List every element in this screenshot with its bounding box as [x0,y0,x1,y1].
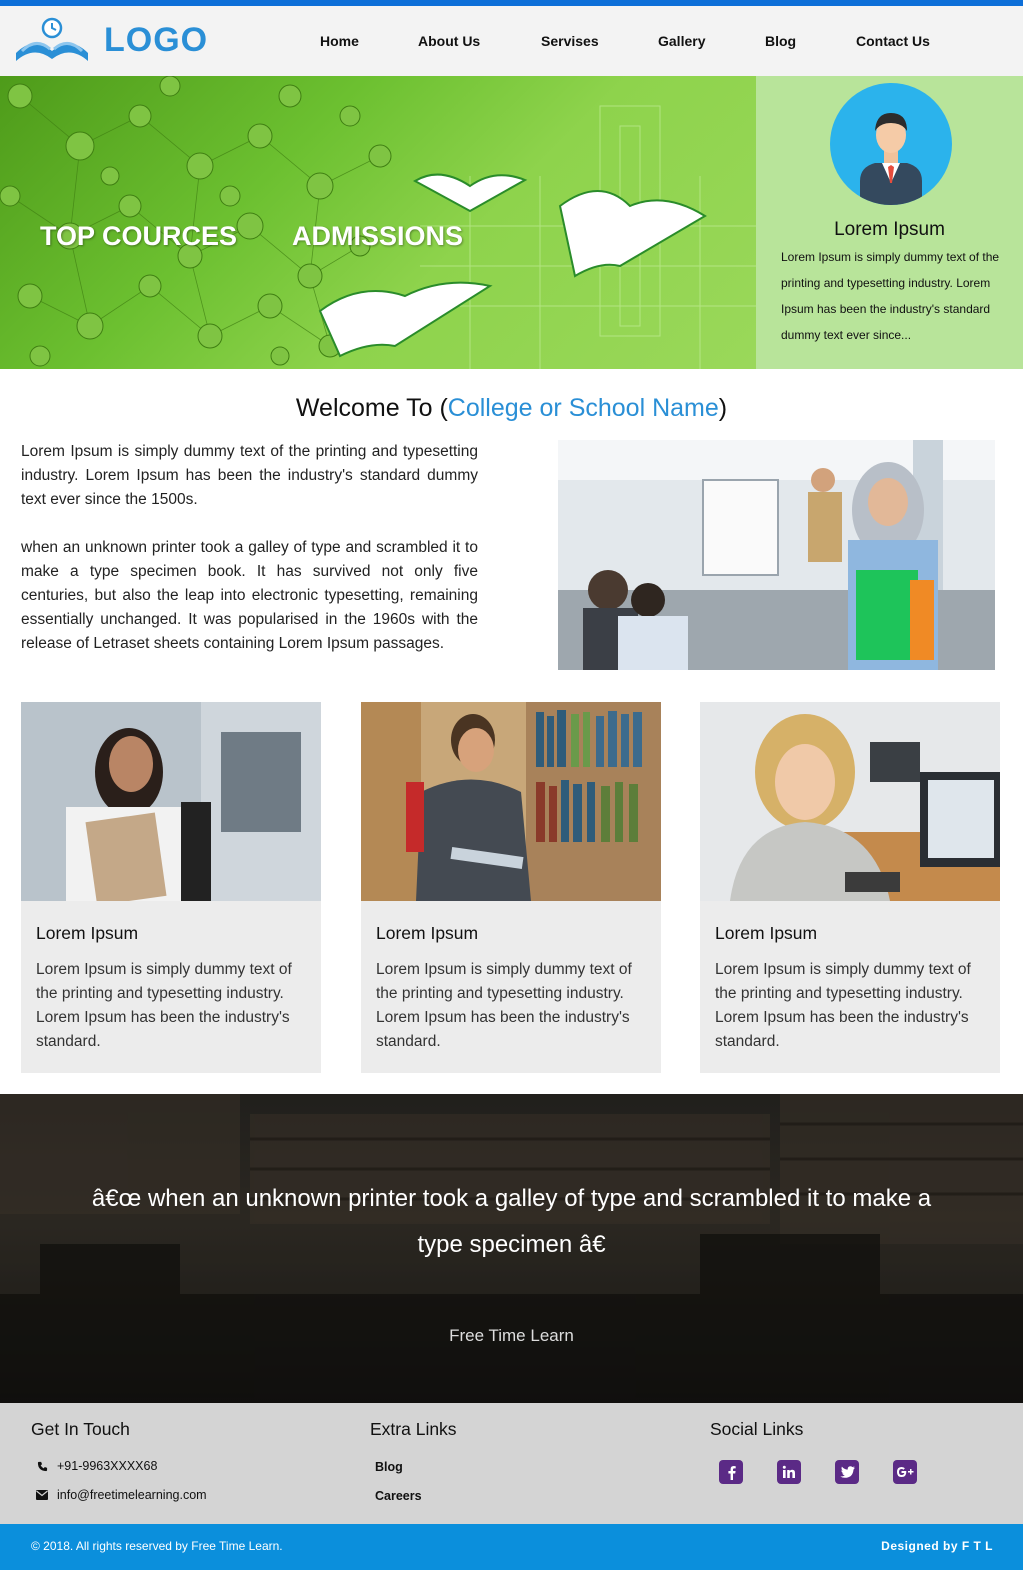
hero-graphic: TOP COURCES ADMISSIONS [0,76,756,369]
card-title: Lorem Ipsum [376,923,479,943]
person-icon [860,113,922,205]
copyright-bar: © 2018. All rights reserved by Free Time… [0,1524,1023,1570]
nav-about-us[interactable]: About Us [418,33,480,49]
card-title: Lorem Ipsum [715,923,818,943]
nav-gallery[interactable]: Gallery [658,33,705,49]
profile-description: Lorem Ipsum is simply dummy text of the … [781,250,1000,342]
footer-link-blog[interactable]: Blog [375,1460,403,1474]
welcome-paragraph-1: Lorem Ipsum is simply dummy text of the … [21,443,478,508]
quote-text: â€œ when an unknown printer took a galle… [91,1185,932,1258]
nav-contact-us[interactable]: Contact Us [856,33,930,49]
hero-profile-panel: Lorem Ipsum Lorem Ipsum is simply dummy … [756,76,1023,369]
footer-link-careers[interactable]: Careers [375,1489,422,1503]
phone-icon [35,1459,49,1473]
designed-by-text: Designed by F T L [881,1539,993,1553]
avatar [830,83,952,205]
card-text: Lorem Ipsum is simply dummy text of the … [715,961,971,1050]
book-logo-icon [12,15,98,65]
admissions-link[interactable]: ADMISSIONS [292,221,463,252]
profile-name: Lorem Ipsum [834,219,945,240]
links-heading: Extra Links [370,1419,457,1439]
email-address: info@freetimelearning.com [57,1488,207,1502]
card-title: Lorem Ipsum [36,923,139,943]
copyright-text: © 2018. All rights reserved by Free Time… [31,1539,283,1553]
envelope-icon [35,1488,49,1502]
student-at-computer-photo [700,702,1000,901]
info-card-2: Lorem Ipsum Lorem Ipsum is simply dummy … [361,702,661,1073]
welcome-title-suffix: ) [718,394,728,422]
hero-banner: TOP COURCES ADMISSIONS Lorem Ipsum Lorem… [0,76,1023,369]
info-card-1: Lorem Ipsum Lorem Ipsum is simply dummy … [21,702,321,1073]
social-heading: Social Links [710,1419,804,1439]
nav-home[interactable]: Home [320,33,359,49]
twitter-icon[interactable] [835,1460,859,1484]
classroom-photo [558,440,995,670]
card-text: Lorem Ipsum is simply dummy text of the … [376,961,632,1050]
quote-section: â€œ when an unknown printer took a galle… [0,1094,1023,1403]
info-card-3: Lorem Ipsum Lorem Ipsum is simply dummy … [700,702,1000,1073]
facebook-icon[interactable] [719,1460,743,1484]
student-with-tablet-photo [361,702,661,901]
site-footer: Get In Touch +91-9963XXXX68 info@freetim… [0,1403,1023,1524]
logo[interactable]: LOGO [12,12,208,68]
top-courses-link[interactable]: TOP COURCES [40,221,237,252]
school-name: College or School Name [447,394,719,422]
phone-number: +91-9963XXXX68 [57,1459,158,1473]
email-row[interactable]: info@freetimelearning.com [35,1488,207,1502]
welcome-title-prefix: Welcome To ( [295,394,448,422]
contact-heading: Get In Touch [31,1419,130,1439]
site-header: LOGO Home About Us Servises Gallery Blog… [0,6,1023,76]
welcome-paragraph-2: when an unknown printer took a galley of… [21,539,478,652]
nav-blog[interactable]: Blog [765,33,796,49]
card-text: Lorem Ipsum is simply dummy text of the … [36,961,292,1050]
phone-row[interactable]: +91-9963XXXX68 [35,1459,157,1473]
linkedin-icon[interactable] [777,1460,801,1484]
nav-services[interactable]: Servises [541,33,599,49]
quote-author: Free Time Learn [449,1326,574,1345]
student-with-folder-photo [21,702,321,901]
google-plus-icon[interactable] [893,1460,917,1484]
logo-text: LOGO [104,20,209,59]
welcome-text: Lorem Ipsum is simply dummy text of the … [21,440,478,656]
welcome-title: Welcome To (College or School Name) [0,394,1023,423]
